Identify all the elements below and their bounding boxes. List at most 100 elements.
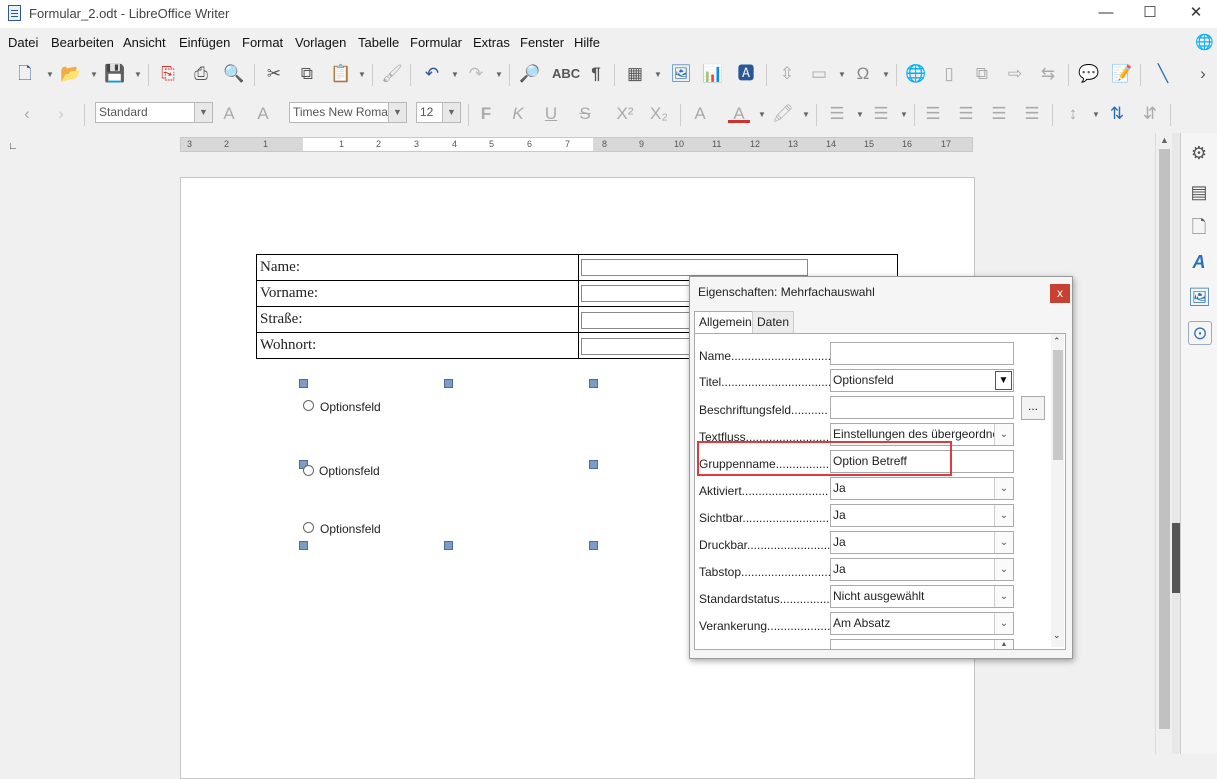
back-icon[interactable]: ‹: [16, 104, 38, 124]
menu-vorlagen[interactable]: Vorlagen: [295, 35, 346, 50]
comment-icon[interactable]: 💬: [1078, 64, 1100, 84]
chevron-down-icon[interactable]: ▼: [856, 110, 864, 119]
gear-icon[interactable]: ⚙: [1188, 142, 1210, 164]
selection-handle[interactable]: [299, 379, 308, 388]
undo-icon[interactable]: ↶: [421, 64, 443, 84]
new-style-icon[interactable]: A: [252, 104, 274, 124]
globe-icon[interactable]: 🌐: [1195, 33, 1214, 51]
name-input[interactable]: [830, 342, 1014, 365]
chevron-down-icon[interactable]: ▼: [802, 110, 810, 119]
italic-icon[interactable]: K: [507, 104, 529, 124]
beschriftungsfeld-input[interactable]: [830, 396, 1014, 419]
insert-table-icon[interactable]: ▦: [624, 64, 646, 84]
scroll-down-icon[interactable]: ⌄: [1053, 630, 1061, 641]
chevron-down-icon[interactable]: ▼: [358, 70, 366, 79]
standardstatus-select[interactable]: Nicht ausgewählt ⌄: [830, 585, 1014, 608]
maximize-button[interactable]: ☐: [1127, 0, 1173, 28]
horizontal-ruler[interactable]: 3 2 1 1 2 3 4 5 6 7 8 9 10 11 12 13 14 1…: [180, 137, 973, 152]
chevron-down-icon[interactable]: ⌄: [994, 505, 1013, 526]
table-cell-label[interactable]: Straße:: [256, 306, 579, 333]
export-pdf-icon[interactable]: ⎘: [157, 64, 179, 84]
table-cell-label[interactable]: Vorname:: [256, 280, 579, 307]
menu-hilfe[interactable]: Hilfe: [574, 35, 600, 50]
tab-allgemein[interactable]: Allgemein: [694, 311, 757, 333]
scroll-up-icon[interactable]: ⌃: [1053, 336, 1061, 347]
gallery-icon[interactable]: 🖼: [1188, 286, 1211, 308]
menu-datei[interactable]: Datei: [8, 35, 38, 50]
formatting-marks-icon[interactable]: ¶: [585, 64, 607, 84]
aktiviert-select[interactable]: Ja ⌄: [830, 477, 1014, 500]
selection-handle[interactable]: [589, 541, 598, 550]
menu-extras[interactable]: Extras: [473, 35, 510, 50]
menu-bearbeiten[interactable]: Bearbeiten: [51, 35, 114, 50]
tabstop-select[interactable]: Ja ⌄: [830, 558, 1014, 581]
numbered-list-icon[interactable]: ☰: [870, 104, 892, 124]
subscript-icon[interactable]: X₂: [648, 104, 670, 124]
selection-handle[interactable]: [299, 541, 308, 550]
table-cell-label[interactable]: Name:: [256, 254, 579, 281]
clone-formatting-icon[interactable]: 🖌: [381, 64, 403, 84]
chevron-down-icon[interactable]: ▼: [442, 103, 460, 122]
scroll-up-icon[interactable]: ▲: [1160, 135, 1169, 145]
selection-handle[interactable]: [589, 379, 598, 388]
endnote-icon[interactable]: ⧉: [971, 64, 993, 84]
underline-icon[interactable]: U: [540, 104, 562, 124]
selection-handle[interactable]: [589, 460, 598, 469]
footnote-icon[interactable]: ▯: [938, 64, 960, 84]
browse-button[interactable]: ...: [1021, 396, 1045, 420]
cut-icon[interactable]: ✂: [263, 64, 285, 84]
chevron-down-icon[interactable]: ▼: [134, 70, 142, 79]
vertical-scrollbar[interactable]: ▲: [1155, 133, 1173, 754]
chevron-down-icon[interactable]: ▼: [90, 70, 98, 79]
tab-daten[interactable]: Daten: [752, 311, 795, 333]
new-document-icon[interactable]: 🗋: [14, 64, 36, 84]
spin-up-icon[interactable]: ▲: [994, 640, 1013, 649]
cross-reference-icon[interactable]: ⇆: [1037, 64, 1059, 84]
titel-select[interactable]: Optionsfeld ▼: [830, 369, 1014, 392]
print-preview-icon[interactable]: 🔍: [223, 64, 245, 84]
menu-tabelle[interactable]: Tabelle: [358, 35, 399, 50]
insert-field-icon[interactable]: ▭: [808, 64, 830, 84]
chevron-down-icon[interactable]: ▼: [758, 110, 766, 119]
menu-format[interactable]: Format: [242, 35, 283, 50]
chevron-down-icon[interactable]: ▼: [654, 70, 662, 79]
update-style-icon[interactable]: A: [218, 104, 240, 124]
chevron-down-icon[interactable]: ▼: [882, 70, 890, 79]
verankerung-select[interactable]: Am Absatz ⌄: [830, 612, 1014, 635]
paste-icon[interactable]: 📋: [330, 64, 352, 84]
close-window-button[interactable]: ✕: [1173, 0, 1217, 28]
option-radio[interactable]: [303, 465, 314, 476]
navigator-icon[interactable]: ⊙: [1188, 321, 1212, 345]
chevron-down-icon[interactable]: ▼: [194, 103, 212, 122]
selection-handle[interactable]: [444, 541, 453, 550]
line-icon[interactable]: ╲: [1152, 64, 1174, 84]
chevron-down-icon[interactable]: ▼: [995, 371, 1012, 390]
redo-icon[interactable]: ↷: [465, 64, 487, 84]
dialog-scrollbar[interactable]: ⌃ ⌄: [1051, 334, 1064, 647]
insert-chart-icon[interactable]: 📊: [702, 64, 724, 84]
more-tools-icon[interactable]: ›: [1192, 64, 1214, 84]
chevron-down-icon[interactable]: ▼: [1092, 110, 1100, 119]
strikethrough-icon[interactable]: S: [574, 104, 596, 124]
selection-handle[interactable]: [444, 379, 453, 388]
chevron-down-icon[interactable]: ▼: [838, 70, 846, 79]
option-radio[interactable]: [303, 522, 314, 533]
decrease-paragraph-spacing-icon[interactable]: ⇵: [1139, 104, 1161, 124]
vorname-text-field[interactable]: [581, 285, 691, 302]
chevron-down-icon[interactable]: ⌄: [994, 532, 1013, 553]
chevron-down-icon[interactable]: ⌄: [994, 478, 1013, 499]
menu-einfuegen[interactable]: Einfügen: [179, 35, 230, 50]
forward-icon[interactable]: ›: [50, 104, 72, 124]
menu-fenster[interactable]: Fenster: [520, 35, 564, 50]
align-right-icon[interactable]: ☰: [988, 104, 1010, 124]
font-size-combo[interactable]: 12 ▼: [416, 102, 461, 123]
track-changes-icon[interactable]: 📝: [1111, 64, 1133, 84]
name-text-field[interactable]: [581, 259, 808, 276]
styles-icon[interactable]: A: [1188, 251, 1210, 273]
print-icon[interactable]: ⎙: [190, 64, 212, 84]
clear-formatting-icon[interactable]: A: [689, 104, 711, 124]
spelling-icon[interactable]: ABC: [552, 64, 580, 84]
properties-icon[interactable]: ▤: [1188, 181, 1210, 203]
druckbar-select[interactable]: Ja ⌄: [830, 531, 1014, 554]
insert-textbox-icon[interactable]: 🅰: [735, 64, 757, 84]
